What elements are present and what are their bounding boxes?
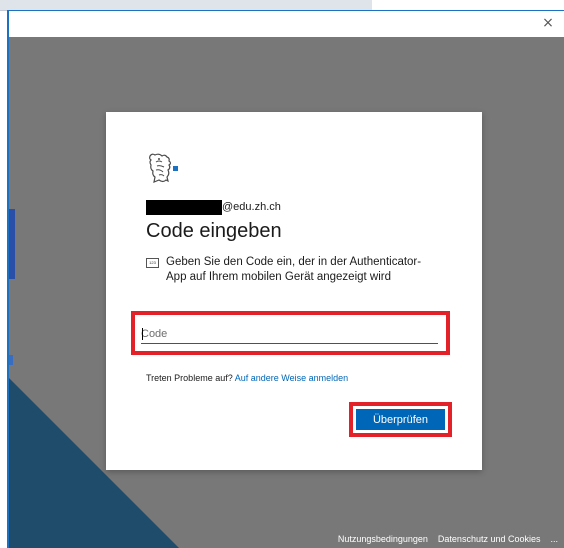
keypad-icon: 123 [146, 258, 159, 268]
verify-button-highlight: Überprüfen [349, 402, 452, 437]
text-caret [142, 328, 143, 340]
sign-in-backdrop: @edu.zh.ch Code eingeben 123 Geben Sie d… [9, 37, 564, 548]
verify-button[interactable]: Überprüfen [356, 409, 445, 430]
footer-links: Nutzungsbedingungen Datenschutz und Cook… [338, 530, 564, 548]
close-button[interactable]: × [538, 13, 558, 33]
code-input[interactable] [141, 325, 438, 344]
trouble-row: Treten Probleme auf? Auf andere Weise an… [146, 373, 348, 383]
trouble-text: Treten Probleme auf? [146, 373, 233, 383]
other-sign-in-link[interactable]: Auf andere Weise anmelden [235, 373, 348, 383]
auth-window: × @edu.zh.ch Code eingeben 123 Geben Sie… [7, 10, 564, 548]
verify-code-dialog: @edu.zh.ch Code eingeben 123 Geben Sie d… [106, 112, 482, 470]
instruction-text: Geben Sie den Code ein, der in der Authe… [166, 256, 422, 283]
terms-link[interactable]: Nutzungsbedingungen [338, 534, 428, 544]
window-header: × [9, 11, 564, 37]
email-domain: @edu.zh.ch [222, 201, 281, 213]
decorative-blue-mark [9, 355, 13, 365]
account-email: @edu.zh.ch [146, 199, 281, 215]
zurich-lion-logo [146, 150, 182, 186]
dialog-title: Code eingeben [146, 220, 282, 242]
instruction-row: 123 Geben Sie den Code ein, der in der A… [146, 255, 446, 285]
more-options-button[interactable]: ... [550, 534, 558, 544]
redacted-username [146, 199, 222, 215]
privacy-link[interactable]: Datenschutz und Cookies [438, 534, 541, 544]
code-input-highlight [131, 311, 450, 355]
decorative-blue-bar [9, 209, 15, 279]
